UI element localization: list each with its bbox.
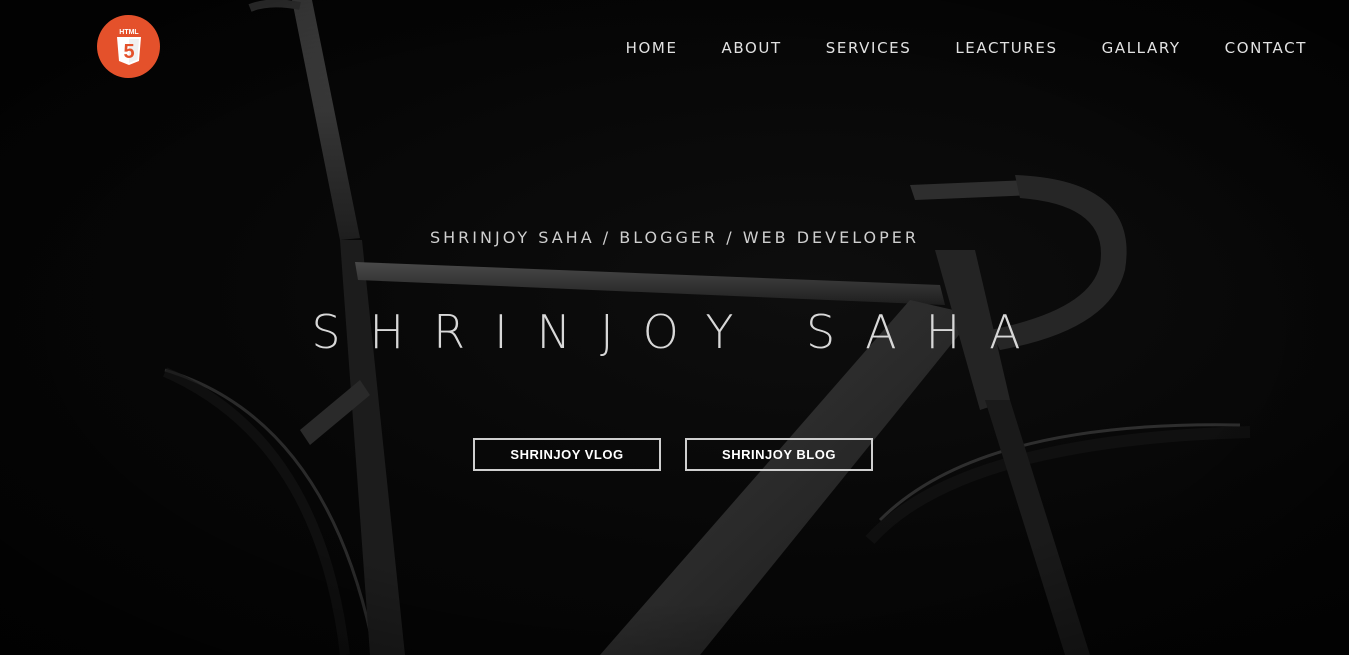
main-nav: HOME ABOUT SERVICES LEACTURES GALLARY CO…	[626, 38, 1307, 58]
blog-button[interactable]: SHRINJOY BLOG	[685, 438, 873, 471]
nav-services[interactable]: SERVICES	[826, 38, 912, 58]
hero-title: SHRINJOY SAHA	[311, 305, 1050, 359]
logo-html-text: HTML	[119, 29, 139, 36]
nav-gallary[interactable]: GALLARY	[1102, 38, 1181, 58]
hero-buttons: SHRINJOY VLOG SHRINJOY BLOG	[473, 438, 873, 471]
logo-digit-text: 5	[123, 41, 134, 63]
hero-subtitle: SHRINJOY SAHA / BLOGGER / WEB DEVELOPER	[429, 228, 919, 247]
vlog-button[interactable]: SHRINJOY VLOG	[473, 438, 661, 471]
html5-shield-icon: HTML 5	[116, 29, 141, 65]
nav-about[interactable]: ABOUT	[722, 38, 782, 58]
nav-home[interactable]: HOME	[626, 38, 678, 58]
nav-contact[interactable]: CONTACT	[1225, 38, 1307, 58]
nav-leactures[interactable]: LEACTURES	[955, 38, 1057, 58]
hero-page: HTML 5 HOME ABOUT SERVICES LEACTURES GAL…	[0, 0, 1349, 655]
html5-logo[interactable]: HTML 5	[97, 15, 160, 78]
